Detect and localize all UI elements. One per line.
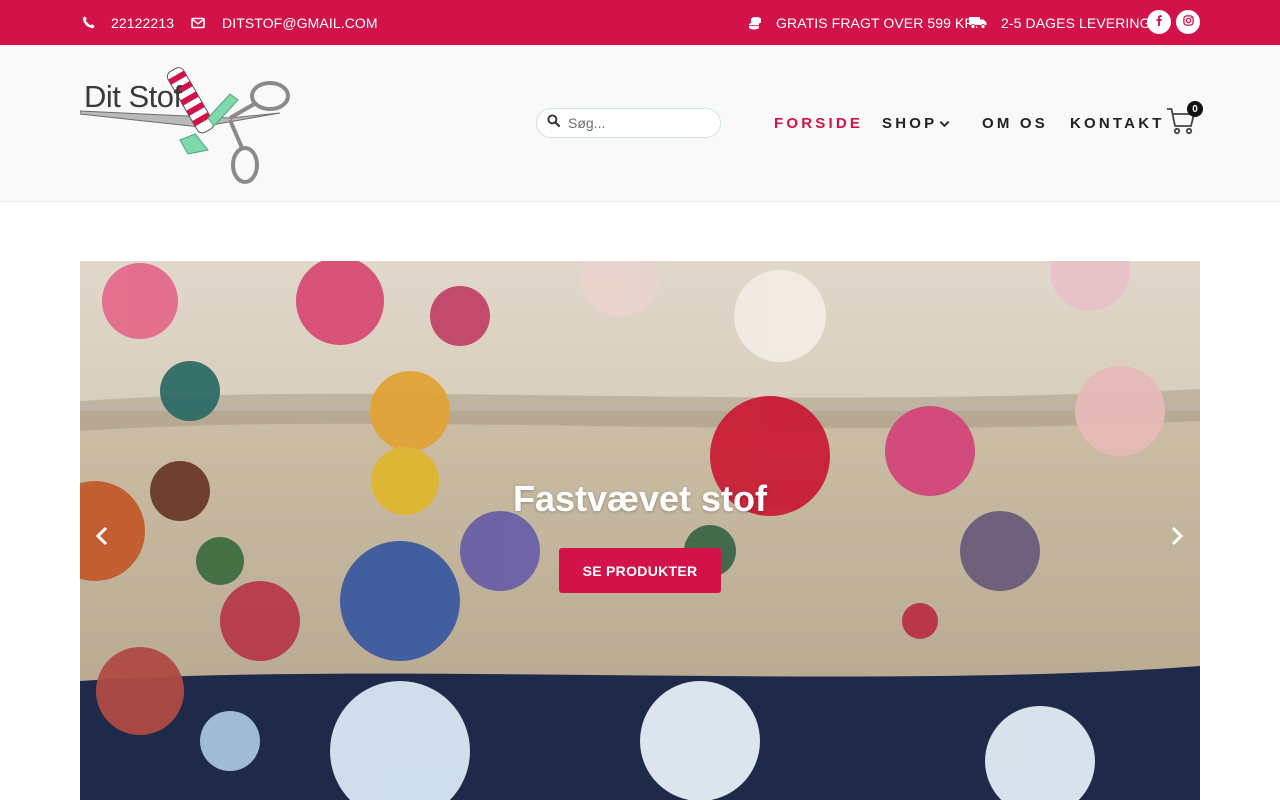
email-address: DITSTOF@GMAIL.COM	[222, 14, 378, 31]
nav-kontakt[interactable]: KONTAKT	[1070, 108, 1165, 138]
logo-graphic	[79, 67, 290, 184]
nav-om-os[interactable]: OM OS	[982, 108, 1048, 138]
envelope-icon	[190, 15, 206, 31]
chevron-right-icon	[1170, 526, 1184, 551]
slider-next-button[interactable]	[1165, 524, 1189, 552]
chevron-left-icon	[95, 526, 109, 551]
nav-shop-label: SHOP	[882, 114, 938, 132]
shipping-info: GRATIS FRAGT OVER 599 KR.	[747, 0, 979, 45]
phone-icon	[80, 15, 96, 31]
nav-forside[interactable]: FORSIDE	[774, 108, 863, 138]
hero-slider	[80, 261, 1200, 800]
top-bar: 22122213 DITSTOF@GMAIL.COM GRATIS FRAGT …	[0, 0, 1280, 45]
hero-fabric-image	[80, 261, 1200, 800]
chevron-down-icon	[939, 115, 950, 132]
facebook-icon	[1155, 13, 1163, 31]
delivery-info: 2-5 DAGES LEVERING	[969, 0, 1151, 45]
cart-count-badge: 0	[1187, 101, 1203, 117]
see-products-button[interactable]: SE PRODUKTER	[559, 548, 721, 593]
facebook-link[interactable]	[1147, 10, 1171, 34]
phone-link[interactable]: 22122213	[80, 0, 174, 45]
logo-text: Dit Stof	[84, 79, 182, 114]
instagram-link[interactable]	[1176, 10, 1200, 34]
email-link[interactable]: DITSTOF@GMAIL.COM	[190, 0, 378, 45]
hero-title: Fastvævet stof	[512, 478, 768, 519]
site-logo[interactable]: Dit Stof	[79, 58, 292, 188]
search-box[interactable]	[536, 108, 721, 138]
truck-icon	[969, 15, 987, 31]
instagram-icon	[1182, 13, 1194, 31]
search-icon	[547, 114, 560, 132]
phone-number: 22122213	[111, 14, 175, 31]
delivery-text: 2-5 DAGES LEVERING	[1001, 14, 1151, 31]
coins-icon	[747, 15, 763, 31]
shipping-text: GRATIS FRAGT OVER 599 KR.	[776, 14, 979, 31]
nav-shop[interactable]: SHOP	[882, 108, 950, 138]
slider-prev-button[interactable]	[90, 524, 114, 552]
cart-icon	[1166, 108, 1196, 140]
search-input[interactable]	[568, 115, 708, 131]
